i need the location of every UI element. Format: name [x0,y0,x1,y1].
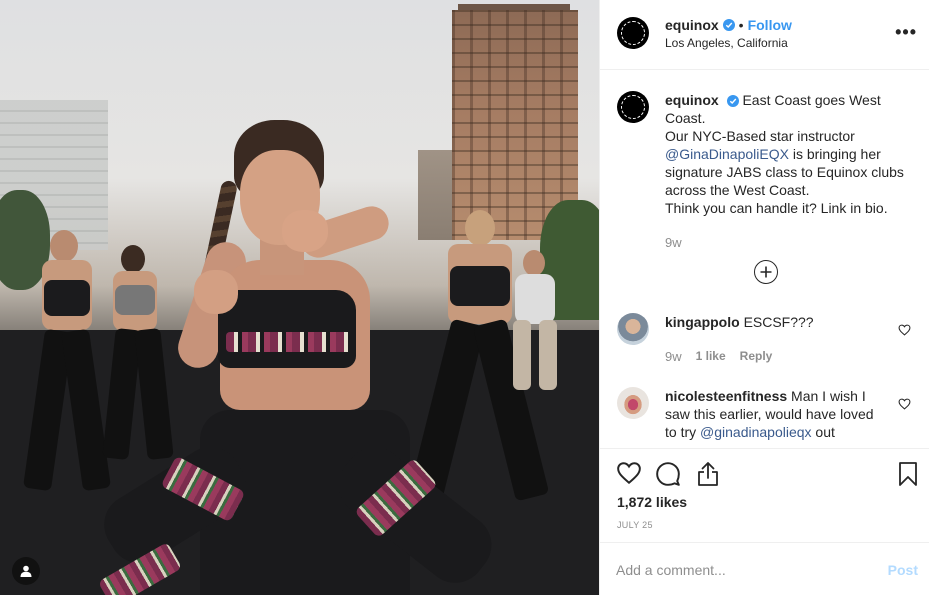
equinox-logo-icon [621,95,645,119]
caption-timestamp[interactable]: 9w [665,235,682,250]
comment-reply-button[interactable]: Reply [740,349,773,364]
instructor [92,120,520,595]
share-icon [698,462,718,486]
post-header: equinox • Follow Los Angeles, California… [600,0,929,70]
verified-badge-icon [726,95,739,107]
caption-line: is bringing her [788,146,881,162]
comment-mention-link[interactable]: @ginadinapolieqx [700,424,812,440]
commenter-username[interactable]: nicolesteenfitness [665,388,787,404]
comment-icon [656,462,680,486]
bookmark-icon [899,462,917,486]
post-photo[interactable] [0,0,599,595]
header-user-line: equinox • Follow [665,17,792,33]
caption-username[interactable]: equinox [665,92,719,108]
like-count[interactable]: 1,872 likes [617,494,687,510]
caption-mention-link[interactable]: @GinaDinapoliEQX [665,146,789,162]
comment-text: Man I wish I [791,388,866,404]
comment-body: nicolesteenfitness Man I wish I saw this… [665,387,895,441]
caption-line: across the West Coast. [665,182,810,198]
heart-icon [898,324,911,336]
post-comment-button[interactable]: Post [888,562,918,578]
caption-text: equinox East Coast goes West Coast. Our … [665,91,915,217]
caption-avatar[interactable] [617,91,649,123]
commenter-avatar[interactable] [617,387,649,419]
user-tag-button[interactable] [12,557,40,585]
share-button[interactable] [696,461,720,490]
comment-body: kingappolo ESCSF??? [665,313,885,331]
equinox-logo-icon [621,21,645,45]
save-button[interactable] [898,461,918,490]
comment-button[interactable] [655,461,681,490]
heart-icon [898,398,911,410]
account-username[interactable]: equinox [665,17,719,33]
comment-like-button[interactable] [898,397,911,413]
comment-composer: Post [600,542,929,595]
comment-like-count[interactable]: 1 like [696,349,726,364]
comment-item: kingappolo ESCSF??? 9w 1 like Reply [617,313,917,373]
comment-text: out [811,424,835,440]
comment-input[interactable] [616,559,866,581]
post-location[interactable]: Los Angeles, California [665,36,788,50]
separator-dot: • [738,17,744,33]
caption-line: Our NYC-Based star instructor [665,128,855,144]
load-more-comments-button[interactable] [754,260,778,284]
more-options-icon[interactable]: ••• [895,22,917,43]
comment-text: ESCSF??? [743,314,814,330]
post-date[interactable]: JULY 25 [617,520,653,530]
account-avatar[interactable] [617,17,649,49]
post-actions: 1,872 likes JULY 25 [600,448,929,542]
commenter-avatar[interactable] [617,313,649,345]
comment-item: nicolesteenfitness Man I wish I saw this… [617,387,917,448]
follow-button[interactable]: Follow [748,17,792,33]
comments-list[interactable]: equinox East Coast goes West Coast. Our … [600,71,929,448]
heart-icon [617,462,641,485]
load-more-icon [760,266,772,278]
post-side-panel: equinox • Follow Los Angeles, California… [599,0,929,595]
comment-meta: 9w 1 like Reply [665,349,772,364]
user-tag-icon [20,565,32,577]
comment-text: to try [665,424,701,440]
caption-line: signature JABS class to Equinox clubs [665,164,904,180]
commenter-username[interactable]: kingappolo [665,314,740,330]
caption-line: Think you can handle it? Link in bio. [665,200,888,216]
verified-badge-icon [722,19,735,31]
comment-timestamp[interactable]: 9w [665,349,682,364]
comment-like-button[interactable] [898,323,911,339]
comment-text: saw this earlier, would have loved [665,406,874,422]
like-button[interactable] [616,461,642,488]
